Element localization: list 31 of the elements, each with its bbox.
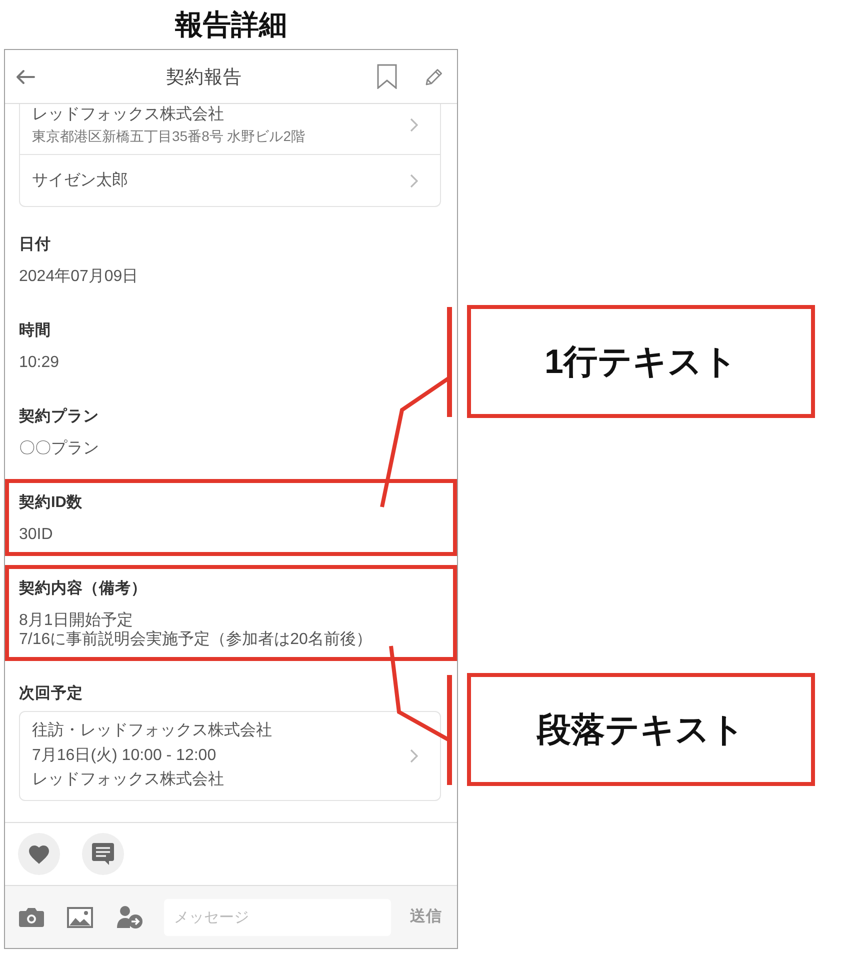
user-arrow-icon[interactable]: [115, 905, 143, 929]
field-label: 契約プラン: [19, 407, 99, 427]
schedule-location: レッドフォックス株式会社: [32, 770, 224, 790]
field-label: 契約ID数: [19, 493, 82, 513]
contact-title: サイゼン太郎: [32, 171, 128, 191]
schedule-datetime: 7月16日(火) 10:00 - 12:00: [32, 746, 216, 766]
pencil-icon[interactable]: [424, 68, 442, 86]
page-title: 報告詳細: [175, 8, 287, 40]
callout-label: 段落テキスト: [467, 673, 815, 786]
callout-label: 1行テキスト: [467, 305, 815, 418]
field-value: 10:29: [19, 353, 60, 372]
field-label: 契約内容（備考）: [19, 579, 147, 599]
contact-title: レッドフォックス株式会社: [32, 105, 224, 125]
schedule-card[interactable]: 往訪・レッドフォックス株式会社 7月16日(火) 10:00 - 12:00 レッドフォックス株式会社: [19, 711, 441, 800]
back-arrow-icon[interactable]: [15, 68, 35, 84]
field-value: 2024年07月09日: [19, 267, 138, 286]
comment-icon[interactable]: [82, 833, 124, 875]
message-input[interactable]: メッセージ: [164, 898, 391, 936]
field-label: 時間: [19, 321, 51, 341]
contact-address: 東京都港区新橋五丁目35番8号 水野ビル2階: [32, 127, 306, 145]
section-label: 次回予定: [19, 684, 83, 704]
schedule-title: 往訪・レッドフォックス株式会社: [32, 720, 272, 741]
bookmark-icon[interactable]: [376, 64, 396, 89]
field-value: 〇〇プラン: [19, 439, 99, 458]
image-icon[interactable]: [67, 906, 93, 928]
camera-icon[interactable]: [18, 906, 45, 928]
chevron-right-icon: [410, 748, 418, 763]
field-value: 30ID: [19, 525, 53, 544]
field-value: 8月1日開始予定 7/16に事前説明会実施予定（参加者は20名前後）: [19, 611, 372, 649]
screen-title: 契約報告: [166, 64, 242, 88]
field-label: 日付: [19, 235, 51, 255]
